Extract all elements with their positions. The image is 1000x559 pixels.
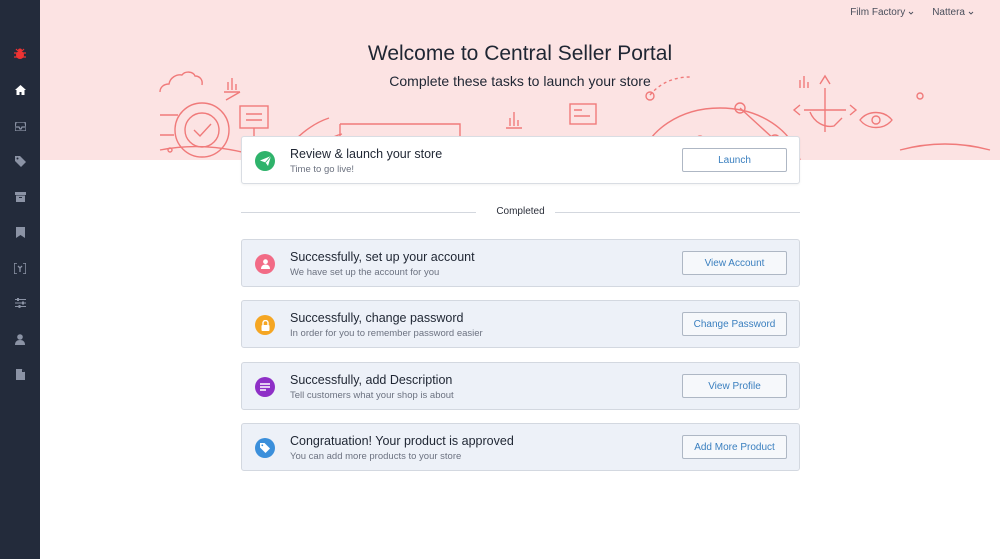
user-icon — [255, 254, 275, 274]
tag-icon[interactable] — [0, 144, 40, 178]
send-icon — [255, 151, 275, 171]
task-card-password: Successfully, change password In order f… — [241, 300, 800, 348]
task-subtitle: You can add more products to your store — [290, 451, 462, 462]
lock-icon — [255, 315, 275, 335]
document-icon[interactable] — [0, 357, 40, 391]
task-title: Review & launch your store — [290, 147, 443, 161]
task-subtitle: We have set up the account for you — [290, 267, 440, 278]
launch-button[interactable]: Launch — [682, 148, 787, 172]
task-subtitle: Tell customers what your shop is about — [290, 390, 454, 401]
task-subtitle: In order for you to remember password ea… — [290, 328, 483, 339]
bookmark-icon[interactable] — [0, 215, 40, 249]
home-icon[interactable] — [0, 73, 40, 107]
task-title: Successfully, add Description — [290, 373, 453, 387]
top-navigation: Film Factory Nattera — [850, 7, 1000, 18]
tag-icon — [255, 438, 275, 458]
divider-line-right — [555, 212, 800, 213]
launch-task-card: Review & launch your store Time to go li… — [241, 136, 800, 184]
inbox-icon[interactable] — [0, 109, 40, 143]
change-password-button[interactable]: Change Password — [682, 312, 787, 336]
view-account-button[interactable]: View Account — [682, 251, 787, 275]
brackets-icon[interactable] — [0, 251, 40, 285]
store-name: Film Factory — [850, 7, 906, 18]
user-menu[interactable]: Nattera — [932, 7, 974, 18]
chevron-down-icon — [908, 11, 914, 15]
archive-icon[interactable] — [0, 180, 40, 214]
page-subtitle: Complete these tasks to launch your stor… — [389, 73, 651, 89]
sliders-icon[interactable] — [0, 286, 40, 320]
view-profile-button[interactable]: View Profile — [682, 374, 787, 398]
user-icon[interactable] — [0, 322, 40, 356]
task-title: Successfully, change password — [290, 311, 464, 325]
bug-logo-icon[interactable] — [0, 37, 40, 71]
task-card-account: Successfully, set up your account We hav… — [241, 239, 800, 287]
task-title: Congratuation! Your product is approved — [290, 434, 514, 448]
task-card-description: Successfully, add Description Tell custo… — [241, 362, 800, 410]
page-title: Welcome to Central Seller Portal — [367, 42, 673, 65]
store-selector[interactable]: Film Factory — [850, 7, 914, 18]
chevron-down-icon — [968, 11, 974, 15]
task-card-product: Congratuation! Your product is approved … — [241, 423, 800, 471]
task-title: Successfully, set up your account — [290, 250, 475, 264]
add-more-product-button[interactable]: Add More Product — [682, 435, 787, 459]
user-name: Nattera — [932, 7, 965, 18]
list-icon — [255, 377, 275, 397]
task-subtitle: Time to go live! — [290, 164, 355, 175]
completed-divider: Completed — [241, 205, 800, 219]
sidebar — [0, 0, 40, 559]
